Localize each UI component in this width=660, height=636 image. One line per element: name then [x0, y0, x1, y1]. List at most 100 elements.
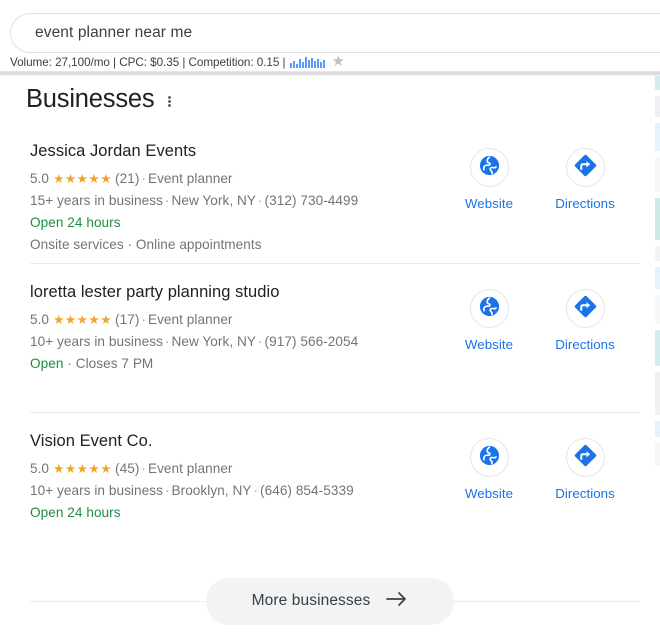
open-status-badge: Open 24 hours — [30, 215, 121, 230]
business-years: 10+ years in business — [30, 334, 163, 349]
sparkline-bar — [308, 60, 311, 68]
text-separator: · — [164, 483, 170, 498]
text-separator: · — [257, 334, 263, 349]
sparkline-bar — [293, 61, 296, 68]
kebab-menu-icon[interactable] — [168, 92, 172, 107]
business-status-row: Open · Closes 7 PM — [30, 353, 456, 375]
directions-diamond-icon — [573, 443, 598, 473]
business-info: Vision Event Co. 5.0 ★★★★★ (45) · Event plan… — [30, 413, 456, 524]
business-list-item[interactable]: Vision Event Co. 5.0 ★★★★★ (45) · Event plan… — [0, 413, 660, 561]
directions-diamond-icon — [573, 153, 598, 183]
business-status-row: Open 24 hours — [30, 212, 456, 234]
search-results-page: event planner near me Volume: 27,100/mo … — [0, 0, 660, 636]
open-status-badge: Open 24 hours — [30, 505, 121, 520]
business-category: Event planner — [147, 461, 233, 476]
business-list-item[interactable]: Jessica Jordan Events 5.0 ★★★★★ (21) · Event… — [0, 123, 660, 263]
business-actions: Website Directions — [456, 264, 640, 352]
rating-value: 5.0 — [30, 312, 50, 327]
business-actions: Website Directions — [456, 123, 640, 211]
business-category: Event planner — [147, 171, 233, 186]
edge-fragment — [655, 267, 660, 289]
edge-fragment — [655, 372, 660, 415]
globe-icon — [478, 444, 501, 472]
edge-fragment — [655, 330, 660, 366]
business-info: Jessica Jordan Events 5.0 ★★★★★ (21) · Event… — [30, 123, 456, 256]
star-outline-icon[interactable]: ★ — [331, 54, 344, 69]
business-name[interactable]: Jessica Jordan Events — [30, 140, 456, 162]
review-count: (21) — [115, 171, 140, 186]
business-rating-row: 5.0 ★★★★★ (17) · Event planner — [30, 309, 456, 331]
business-details-row: 10+ years in business · Brooklyn, NY · (646)… — [30, 480, 456, 502]
keyword-stats-bar: Volume: 27,100/mo | CPC: $0.35 | Competi… — [0, 53, 660, 72]
edge-fragment — [655, 421, 660, 437]
business-location: New York, NY — [171, 193, 256, 208]
edge-fragment — [655, 198, 660, 240]
adjacent-panel-edge — [655, 76, 660, 636]
business-phone[interactable]: (917) 566-2054 — [265, 334, 359, 349]
text-separator: · — [164, 334, 170, 349]
edge-fragment — [655, 443, 660, 466]
sparkline-bar — [323, 60, 326, 68]
more-businesses-button[interactable]: More businesses — [205, 577, 455, 625]
directions-icon-circle — [565, 289, 605, 328]
more-businesses-region: More businesses — [0, 575, 660, 627]
business-details-row: 10+ years in business · New York, NY · (917)… — [30, 331, 456, 353]
sparkline-bar — [290, 63, 293, 68]
more-businesses-label: More businesses — [251, 592, 371, 609]
business-location: Brooklyn, NY — [171, 483, 252, 498]
directions-button[interactable]: Directions — [552, 289, 618, 352]
local-pack-header: Businesses — [0, 76, 660, 123]
business-rating-row: 5.0 ★★★★★ (21) · Event planner — [30, 168, 456, 190]
review-count: (45) — [115, 461, 140, 476]
website-label: Website — [464, 486, 514, 501]
edge-fragment — [655, 76, 660, 90]
website-label: Website — [464, 337, 514, 352]
business-phone[interactable]: (646) 854-5339 — [260, 483, 354, 498]
sparkline-bar — [299, 59, 302, 68]
business-actions: Website Directions — [456, 413, 640, 501]
edge-fragment — [655, 123, 660, 151]
text-separator: · — [141, 171, 146, 186]
sparkline-bar — [302, 62, 305, 68]
directions-label: Directions — [555, 337, 615, 352]
star-rating-icon: ★★★★★ — [53, 461, 113, 476]
website-button[interactable]: Website — [456, 148, 522, 211]
text-separator: · — [257, 193, 263, 208]
sparkline-bar — [314, 61, 317, 68]
business-attributes: Onsite services · Online appointments — [30, 237, 262, 252]
sparkline-bar — [305, 57, 308, 68]
business-phone[interactable]: (312) 730-4499 — [265, 193, 359, 208]
rating-value: 5.0 — [30, 461, 50, 476]
business-list-item[interactable]: loretta lester party planning studio 5.0… — [0, 264, 660, 412]
edge-fragment — [655, 96, 660, 117]
search-query-text: event planner near me — [35, 24, 193, 41]
business-hours-detail: · Closes 7 PM — [67, 356, 154, 371]
text-separator: · — [253, 483, 259, 498]
directions-button[interactable]: Directions — [552, 438, 618, 501]
website-button[interactable]: Website — [456, 289, 522, 352]
search-input[interactable]: event planner near me — [10, 13, 660, 53]
arrow-right-icon — [386, 591, 408, 612]
business-name[interactable]: Vision Event Co. — [30, 430, 456, 452]
business-years: 10+ years in business — [30, 483, 163, 498]
website-button[interactable]: Website — [456, 438, 522, 501]
text-separator: · — [141, 461, 146, 476]
website-label: Website — [464, 196, 514, 211]
website-icon-circle — [469, 438, 509, 477]
review-count: (17) — [115, 312, 140, 327]
business-list: Jessica Jordan Events 5.0 ★★★★★ (21) · Event… — [0, 123, 660, 561]
keyword-stats-text: Volume: 27,100/mo | CPC: $0.35 | Competi… — [10, 56, 286, 69]
business-name[interactable]: loretta lester party planning studio — [30, 281, 456, 303]
directions-button[interactable]: Directions — [552, 148, 618, 211]
sparkline-bar — [320, 62, 323, 68]
business-category: Event planner — [147, 312, 233, 327]
edge-fragment — [655, 157, 660, 192]
star-rating-icon: ★★★★★ — [53, 312, 113, 327]
directions-icon-circle — [565, 438, 605, 477]
sparkline-bar — [311, 58, 314, 68]
business-years: 15+ years in business — [30, 193, 163, 208]
website-icon-circle — [469, 289, 509, 328]
open-status-badge: Open — [30, 356, 64, 371]
business-info: loretta lester party planning studio 5.0… — [30, 264, 456, 375]
directions-label: Directions — [555, 196, 615, 211]
